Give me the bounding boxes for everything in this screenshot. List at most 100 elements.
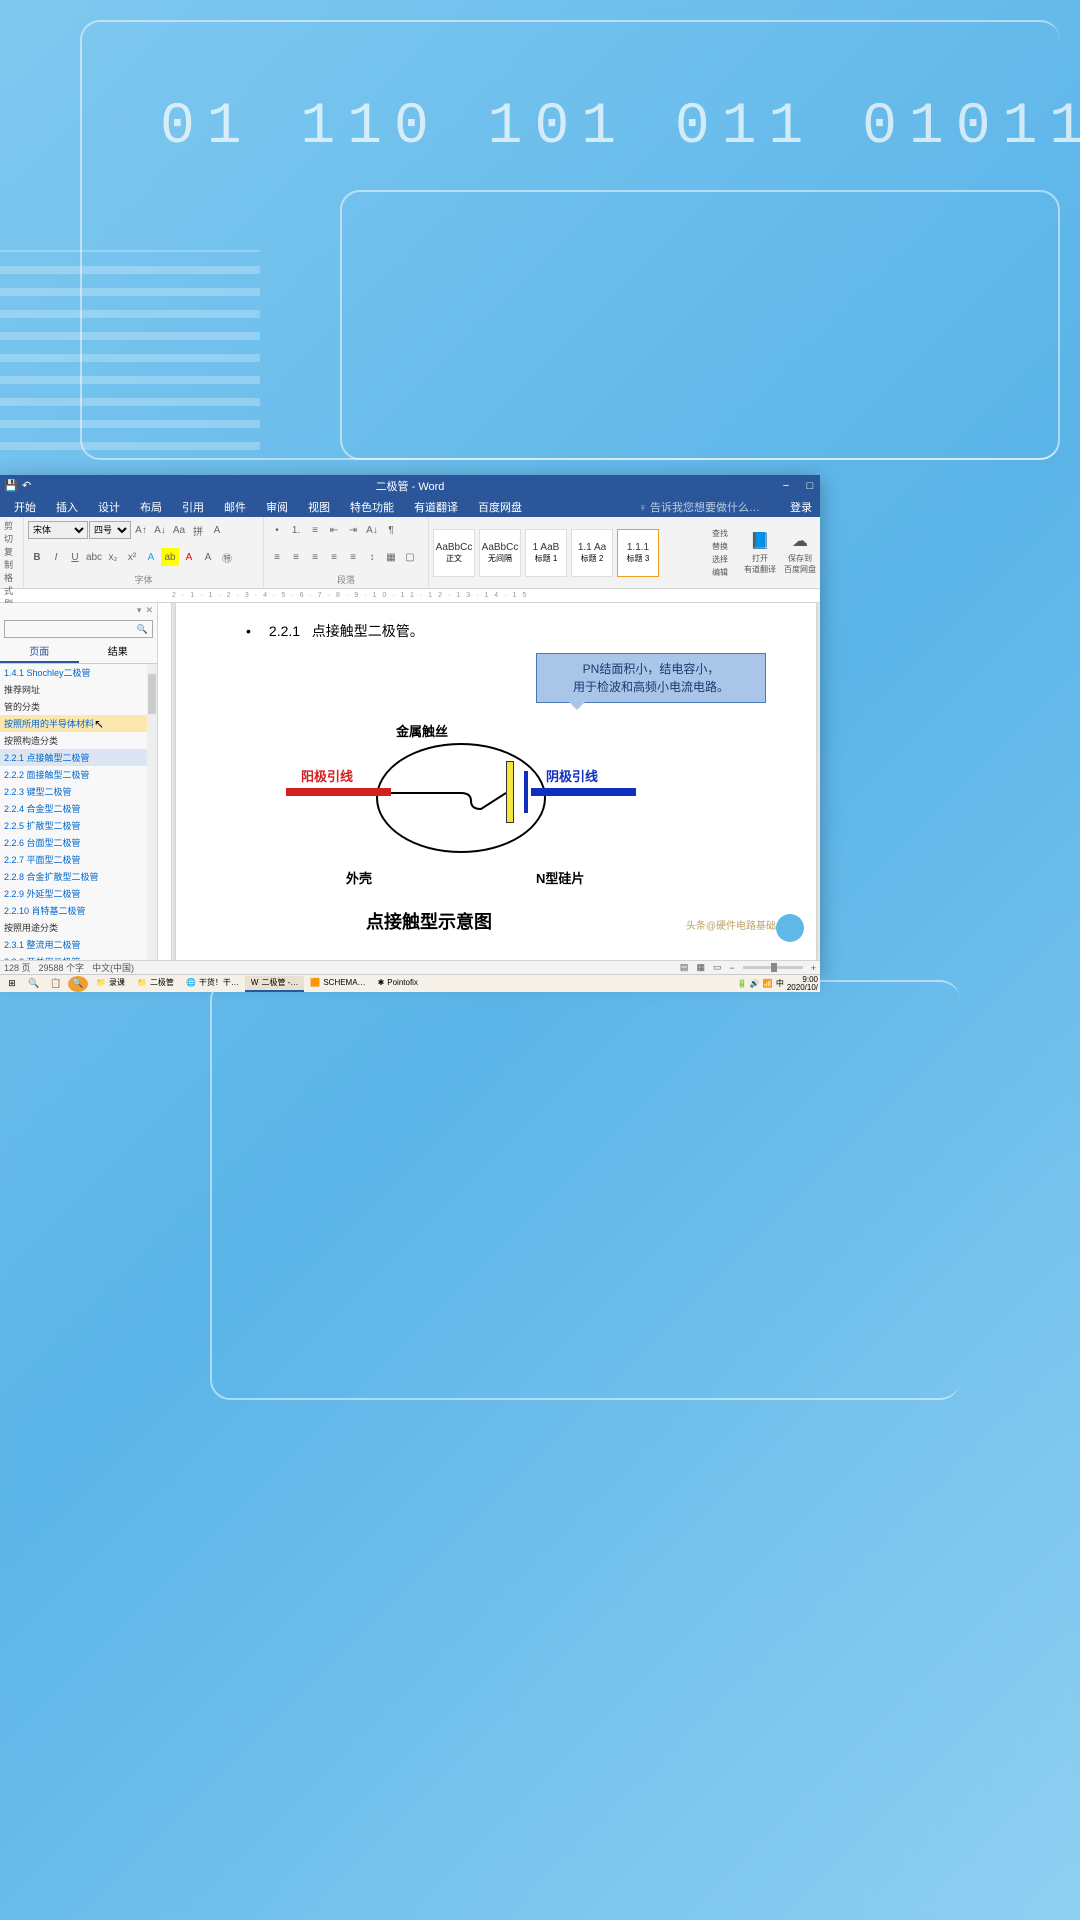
zoom-in-icon[interactable]: + xyxy=(811,963,816,973)
style-heading2[interactable]: 1.1 Aa标题 2 xyxy=(571,529,613,577)
taskbar-app[interactable]: 🟧SCHEMA… xyxy=(304,976,371,992)
highlight-icon[interactable]: ab xyxy=(161,548,179,566)
nav-item[interactable]: 2.3.1 整流用二极管 xyxy=(0,936,157,953)
nav-tab-pages[interactable]: 页面 xyxy=(0,640,79,663)
nav-close-icon[interactable]: ✕ xyxy=(145,605,153,616)
tab-references[interactable]: 引用 xyxy=(172,499,214,515)
font-size-select[interactable]: 四号 xyxy=(89,521,131,539)
nav-scrollbar[interactable] xyxy=(147,664,157,960)
taskbar-app[interactable]: 📁录课 xyxy=(90,976,131,992)
italic-button[interactable]: I xyxy=(47,548,65,566)
bullets-icon[interactable]: • xyxy=(268,521,286,539)
superscript-button[interactable]: x² xyxy=(123,548,141,566)
grow-font-icon[interactable]: A↑ xyxy=(132,521,150,539)
login-button[interactable]: 登录 xyxy=(790,499,812,515)
tab-view[interactable]: 视图 xyxy=(298,499,340,515)
undo-icon[interactable]: ↶ xyxy=(22,479,36,493)
tab-features[interactable]: 特色功能 xyxy=(340,499,404,515)
search-button[interactable]: 🔍 xyxy=(68,976,88,992)
select-button[interactable]: 选择 xyxy=(712,554,728,565)
tab-layout[interactable]: 布局 xyxy=(130,499,172,515)
strike-button[interactable]: abc xyxy=(85,548,103,566)
save-icon[interactable]: 💾 xyxy=(4,479,18,493)
ribbon-baidu[interactable]: ☁ 保存到 百度网盘 xyxy=(780,517,820,588)
horizontal-ruler[interactable]: 2·1·1·2·3·4·5·6·7·8·9·10·11·12·13·14·15 xyxy=(0,589,820,603)
style-heading1[interactable]: 1 AaB标题 1 xyxy=(525,529,567,577)
document-area[interactable]: •2.2.1 点接触型二极管。 PN结面积小，结电容小， 用于检波和高频小电流电… xyxy=(158,603,820,960)
align-right-icon[interactable]: ≡ xyxy=(306,548,324,566)
nav-item[interactable]: 2.2.10 肖特基二极管 xyxy=(0,902,157,919)
style-nospacing[interactable]: AaBbCc无间隔 xyxy=(479,529,521,577)
nav-item[interactable]: 2.2.5 扩散型二极管 xyxy=(0,817,157,834)
underline-button[interactable]: U xyxy=(66,548,84,566)
tab-insert[interactable]: 插入 xyxy=(46,499,88,515)
taskbar-app[interactable]: W二极管 -… xyxy=(245,976,304,992)
tab-home[interactable]: 开始 xyxy=(4,499,46,515)
nav-item[interactable]: 2.2.9 外延型二极管 xyxy=(0,885,157,902)
ribbon-youdao[interactable]: 📘 打开 有道翻译 xyxy=(740,517,780,588)
vertical-ruler[interactable] xyxy=(158,603,172,960)
char-border-icon[interactable]: A xyxy=(208,521,226,539)
find-button[interactable]: 查找 xyxy=(712,528,728,539)
tab-baidu[interactable]: 百度网盘 xyxy=(468,499,532,515)
justify-icon[interactable]: ≡ xyxy=(325,548,343,566)
text-effects-icon[interactable]: A xyxy=(142,548,160,566)
tab-mailings[interactable]: 邮件 xyxy=(214,499,256,515)
nav-tab-results[interactable]: 结果 xyxy=(79,640,158,663)
tray-icon[interactable]: 📶 xyxy=(763,979,773,988)
tab-design[interactable]: 设计 xyxy=(88,499,130,515)
change-case-icon[interactable]: Aa xyxy=(170,521,188,539)
phonetic-icon[interactable]: 拼 xyxy=(189,521,207,539)
taskbar-app[interactable]: ✱Pointofix xyxy=(372,976,424,992)
view-read-icon[interactable]: ▤ xyxy=(680,962,689,973)
view-print-icon[interactable]: ▦ xyxy=(696,962,705,973)
multilevel-icon[interactable]: ≡ xyxy=(306,521,324,539)
tab-youdao[interactable]: 有道翻译 xyxy=(404,499,468,515)
sort-icon[interactable]: A↓ xyxy=(363,521,381,539)
taskbar-icon[interactable]: 🔍 xyxy=(24,976,44,992)
nav-item[interactable]: 2.2.3 键型二极管 xyxy=(0,783,157,800)
nav-item[interactable]: 推荐网址 xyxy=(0,681,157,698)
view-web-icon[interactable]: ▭ xyxy=(713,962,722,973)
cut-button[interactable]: 剪切 xyxy=(4,519,19,545)
nav-item[interactable]: 按照所用的半导体材料 xyxy=(0,715,157,732)
numbering-icon[interactable]: 1. xyxy=(287,521,305,539)
subscript-button[interactable]: x₂ xyxy=(104,548,122,566)
nav-item[interactable]: 2.2.7 平面型二极管 xyxy=(0,851,157,868)
nav-item[interactable]: 按照构造分类 xyxy=(0,732,157,749)
tab-review[interactable]: 审阅 xyxy=(256,499,298,515)
nav-item[interactable]: 2.2.4 合金型二极管 xyxy=(0,800,157,817)
status-words[interactable]: 29588 个字 xyxy=(39,961,85,974)
font-color-icon[interactable]: A xyxy=(180,548,198,566)
borders-icon[interactable]: ▢ xyxy=(401,548,419,566)
taskbar-icon[interactable]: ⊞ xyxy=(2,976,22,992)
nav-item[interactable]: 管的分类 xyxy=(0,698,157,715)
nav-item[interactable]: 2.2.8 合金扩散型二极管 xyxy=(0,868,157,885)
nav-item[interactable]: 按照用途分类 xyxy=(0,919,157,936)
status-page[interactable]: 128 页 xyxy=(4,961,31,974)
replace-button[interactable]: 替换 xyxy=(712,541,728,552)
ime-icon[interactable]: 中 xyxy=(776,978,784,989)
enclose-char-icon[interactable]: ㊕ xyxy=(218,548,236,566)
zoom-out-icon[interactable]: − xyxy=(729,963,734,973)
nav-item[interactable]: 2.2.6 台面型二极管 xyxy=(0,834,157,851)
status-lang[interactable]: 中文(中国) xyxy=(92,961,134,974)
nav-item[interactable]: 2.2.1 点接触型二极管 xyxy=(0,749,157,766)
zoom-slider[interactable] xyxy=(743,966,803,969)
nav-dropdown-icon[interactable]: ▾ xyxy=(137,605,142,616)
taskbar-app[interactable]: 🌐干货！干… xyxy=(180,976,245,992)
tray-icon[interactable]: 🔊 xyxy=(750,979,760,988)
nav-search-input[interactable]: 🔍 xyxy=(4,620,153,638)
outdent-icon[interactable]: ⇤ xyxy=(325,521,343,539)
bold-button[interactable]: B xyxy=(28,548,46,566)
copy-button[interactable]: 复制 xyxy=(4,545,19,571)
distributed-icon[interactable]: ≡ xyxy=(344,548,362,566)
shrink-font-icon[interactable]: A↓ xyxy=(151,521,169,539)
align-center-icon[interactable]: ≡ xyxy=(287,548,305,566)
taskbar-clock[interactable]: 9:002020/10/ xyxy=(787,976,818,992)
font-family-select[interactable]: 宋体 xyxy=(28,521,88,539)
marks-icon[interactable]: ¶ xyxy=(382,521,400,539)
nav-item[interactable]: 2.2.2 面接触型二极管 xyxy=(0,766,157,783)
nav-item[interactable]: 1.4.1 Shochley二极管 xyxy=(0,664,157,681)
nav-item[interactable]: 2.3.2 开关用二极管 xyxy=(0,953,157,960)
